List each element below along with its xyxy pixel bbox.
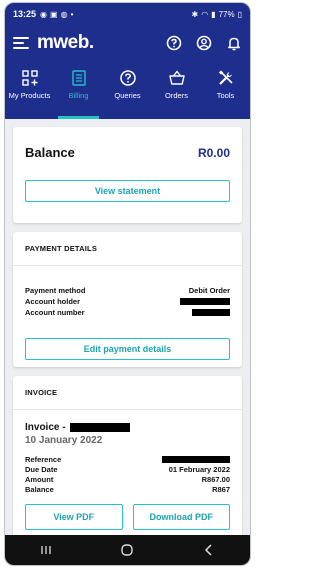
invoice-section-title: INVOICE — [13, 376, 242, 410]
due-date-row: Due Date 01 February 2022 — [13, 464, 242, 474]
account-number-label: Account number — [25, 308, 85, 317]
tab-label: Queries — [114, 91, 141, 100]
home-icon[interactable] — [120, 543, 134, 557]
invoice-balance-value: R867 — [212, 484, 230, 494]
invoice-balance-label: Balance — [25, 484, 54, 494]
tab-label: Tools — [216, 91, 235, 100]
payment-method-value: Debit Order — [188, 286, 230, 295]
payment-details-card: PAYMENT DETAILS Payment method Debit Ord… — [13, 232, 242, 367]
battery-level: 77% — [218, 9, 235, 19]
payment-method-label: Payment method — [25, 286, 86, 295]
billing-content: Balance R0.00 View statement PAYMENT DET… — [5, 119, 250, 546]
invoice-name: Invoice - — [13, 410, 242, 433]
tab-label: Orders — [165, 91, 188, 100]
bluetooth-icon: ✱ — [191, 9, 199, 19]
tools-icon — [218, 70, 233, 85]
invoice-balance-row: Balance R867 — [13, 484, 242, 494]
due-date-label: Due Date — [25, 464, 58, 474]
grid-plus-icon — [21, 70, 38, 86]
messenger-icon: ◉ — [40, 9, 48, 19]
tab-tools[interactable]: Tools — [201, 61, 250, 119]
redacted-account-number — [192, 309, 230, 316]
amount-label: Amount — [25, 474, 54, 484]
tab-queries[interactable]: Queries — [103, 61, 152, 119]
reference-label: Reference — [25, 454, 62, 464]
document-icon — [71, 70, 86, 86]
tab-orders[interactable]: Orders — [152, 61, 201, 119]
menu-icon[interactable] — [13, 37, 29, 49]
battery-icon: ▯ — [237, 9, 242, 19]
recents-icon[interactable] — [39, 543, 53, 557]
mweb-logo[interactable]: mweb. — [37, 32, 94, 54]
invoice-card: INVOICE Invoice - 10 January 2022 Refere… — [13, 376, 242, 546]
edit-payment-details-button[interactable]: Edit payment details — [25, 338, 230, 360]
help-icon[interactable] — [166, 35, 182, 51]
wifi-icon: ◠ — [201, 9, 209, 19]
view-pdf-button[interactable]: View PDF — [25, 504, 123, 530]
tab-bar: My Products Billing Queries Orders Tools — [5, 61, 250, 119]
status-bar: 13:25 ◉ ▣ ◍ • ✱ ◠ ▮ 77% ▯ — [5, 3, 250, 25]
view-statement-button[interactable]: View statement — [25, 180, 230, 202]
payment-details-title: PAYMENT DETAILS — [13, 232, 242, 266]
redacted-invoice-number — [69, 423, 130, 432]
tab-label: Billing — [68, 91, 89, 100]
tab-label: My Products — [8, 91, 51, 100]
reference-row: Reference — [13, 454, 242, 464]
redacted-reference — [162, 455, 230, 463]
message-icon: ▣ — [50, 9, 58, 19]
payment-method-row: Payment method Debit Order — [13, 285, 242, 296]
back-icon[interactable] — [202, 543, 216, 557]
due-date-value: 01 February 2022 — [168, 464, 230, 474]
amount-row: Amount R867.00 — [13, 474, 242, 484]
facebook-icon: ◍ — [60, 9, 68, 19]
system-icons: ✱ ◠ ▮ 77% ▯ — [191, 10, 242, 19]
balance-label: Balance — [25, 145, 75, 160]
dot-icon: • — [70, 9, 74, 19]
account-holder-row: Account holder — [13, 296, 242, 307]
phone-screen: 13:25 ◉ ▣ ◍ • ✱ ◠ ▮ 77% ▯ mweb. My Produ… — [4, 2, 251, 566]
download-pdf-button[interactable]: Download PDF — [132, 504, 230, 530]
balance-value: R0.00 — [197, 145, 230, 160]
tab-billing[interactable]: Billing — [54, 61, 103, 119]
account-holder-label: Account holder — [25, 297, 81, 306]
balance-card: Balance R0.00 View statement — [13, 127, 242, 223]
question-icon — [119, 70, 136, 86]
redacted-account-holder — [180, 298, 230, 305]
account-icon[interactable] — [196, 35, 212, 51]
invoice-date: 10 January 2022 — [25, 435, 103, 446]
bell-icon[interactable] — [226, 35, 242, 51]
signal-icon: ▮ — [211, 9, 216, 19]
status-time: 13:25 — [13, 9, 37, 19]
tab-my-products[interactable]: My Products — [5, 61, 54, 119]
app-header: mweb. — [5, 25, 250, 61]
amount-value: R867.00 — [201, 474, 230, 484]
system-navigation-bar — [5, 535, 250, 565]
basket-icon — [168, 70, 185, 85]
invoice-name-prefix: Invoice - — [25, 422, 66, 433]
account-number-row: Account number — [13, 307, 242, 318]
notification-icons: ◉ ▣ ◍ • — [40, 10, 73, 19]
